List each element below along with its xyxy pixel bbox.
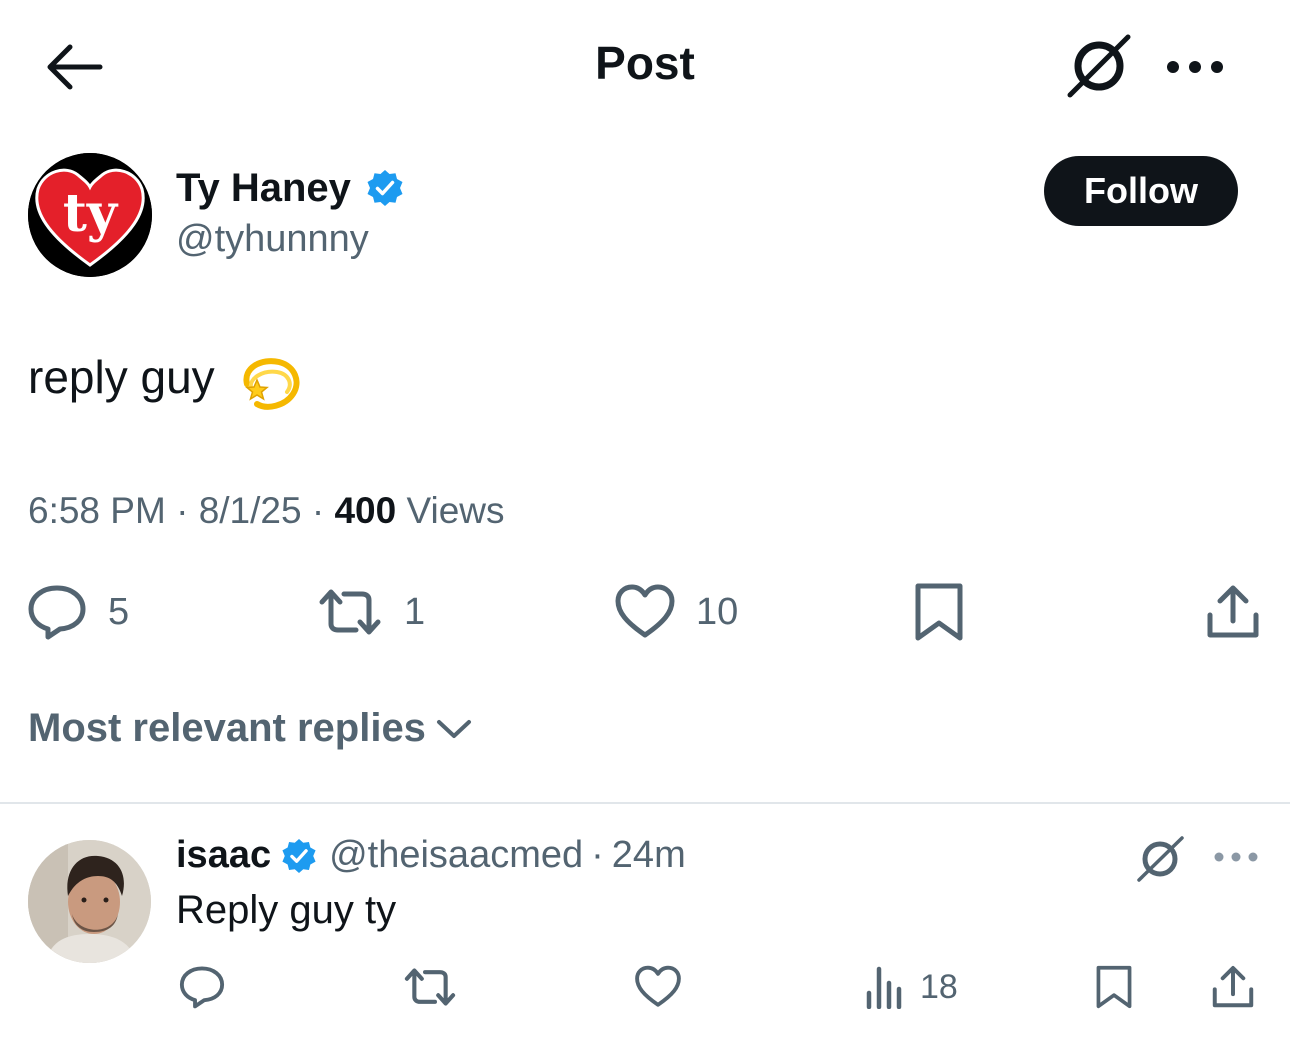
- reply-grok-button[interactable]: [1134, 834, 1186, 884]
- dizzy-star-emoji-icon: [239, 350, 301, 412]
- reply-author-name[interactable]: isaac: [176, 834, 271, 877]
- person-photo-icon: [28, 840, 151, 963]
- bookmark-icon: [1096, 965, 1132, 1009]
- meta-separator: ·: [591, 834, 604, 876]
- reply-age[interactable]: 24m: [612, 834, 686, 877]
- author-name[interactable]: Ty Haney: [176, 166, 404, 211]
- author-avatar[interactable]: ty: [28, 153, 152, 277]
- views-label: Views: [406, 490, 505, 531]
- post-text-content: reply guy: [28, 351, 215, 404]
- reply-text: Reply guy ty: [176, 888, 397, 932]
- reply-more-button[interactable]: [1212, 846, 1260, 868]
- ty-logo-icon: ty: [28, 153, 152, 277]
- share-icon: [1212, 965, 1254, 1008]
- grok-icon: [1137, 836, 1184, 882]
- like-count: 10: [696, 590, 739, 633]
- avatar-text: ty: [63, 183, 119, 244]
- reply-like-action[interactable]: [634, 962, 682, 1012]
- divider: [0, 802, 1290, 804]
- reply-views-count: 18: [920, 967, 958, 1006]
- reply-action[interactable]: 5: [26, 582, 129, 642]
- grok-icon: [1067, 34, 1131, 98]
- author-name-text: Ty Haney: [176, 166, 351, 210]
- author-handle[interactable]: @tyhunnny: [176, 218, 369, 261]
- share-button[interactable]: [1204, 582, 1262, 642]
- replies-sort-dropdown[interactable]: Most relevant replies: [28, 706, 474, 751]
- reply-author-handle[interactable]: @theisaacmed: [329, 834, 583, 877]
- repost-action[interactable]: 1: [316, 582, 425, 642]
- meta-separator: ·: [176, 490, 189, 531]
- more-button[interactable]: [1164, 52, 1226, 82]
- sort-label: Most relevant replies: [28, 706, 426, 750]
- like-action[interactable]: 10: [614, 582, 738, 642]
- reply-views-action[interactable]: 18: [864, 962, 958, 1012]
- reply-repost-action[interactable]: [402, 962, 458, 1012]
- chevron-down-icon: [436, 719, 471, 738]
- verified-badge-icon: [281, 838, 317, 874]
- follow-button[interactable]: Follow: [1044, 156, 1238, 226]
- reply-bubble-icon: [179, 966, 225, 1009]
- repost-icon: [319, 589, 381, 635]
- bookmark-icon: [915, 583, 963, 641]
- heart-icon: [635, 965, 681, 1007]
- reply-count: 5: [108, 590, 130, 633]
- reply-bubble-icon: [28, 585, 86, 640]
- post-meta: 6:58 PM · 8/1/25 · 400 Views: [28, 490, 505, 532]
- repost-count: 1: [404, 590, 426, 633]
- more-horizontal-icon: [1167, 61, 1223, 73]
- verified-badge-icon: [366, 169, 404, 207]
- meta-separator: ·: [311, 490, 325, 531]
- post-text: reply guy: [28, 350, 301, 412]
- post-time[interactable]: 6:58 PM: [28, 490, 166, 531]
- share-icon: [1207, 585, 1259, 638]
- analytics-bars-icon: [866, 966, 902, 1009]
- reply-bookmark-button[interactable]: [1094, 962, 1134, 1012]
- reply-avatar[interactable]: [28, 840, 151, 963]
- more-horizontal-icon: [1214, 852, 1258, 862]
- heart-icon: [615, 584, 675, 638]
- reply-header: isaac @theisaacmed · 24m: [176, 834, 686, 877]
- reply-reply-action[interactable]: [178, 962, 226, 1012]
- grok-button[interactable]: [1064, 32, 1134, 100]
- post-date[interactable]: 8/1/25: [199, 490, 302, 531]
- views-count: 400: [334, 490, 397, 531]
- repost-icon: [404, 968, 456, 1006]
- bookmark-button[interactable]: [912, 582, 966, 642]
- reply-share-button[interactable]: [1210, 962, 1256, 1012]
